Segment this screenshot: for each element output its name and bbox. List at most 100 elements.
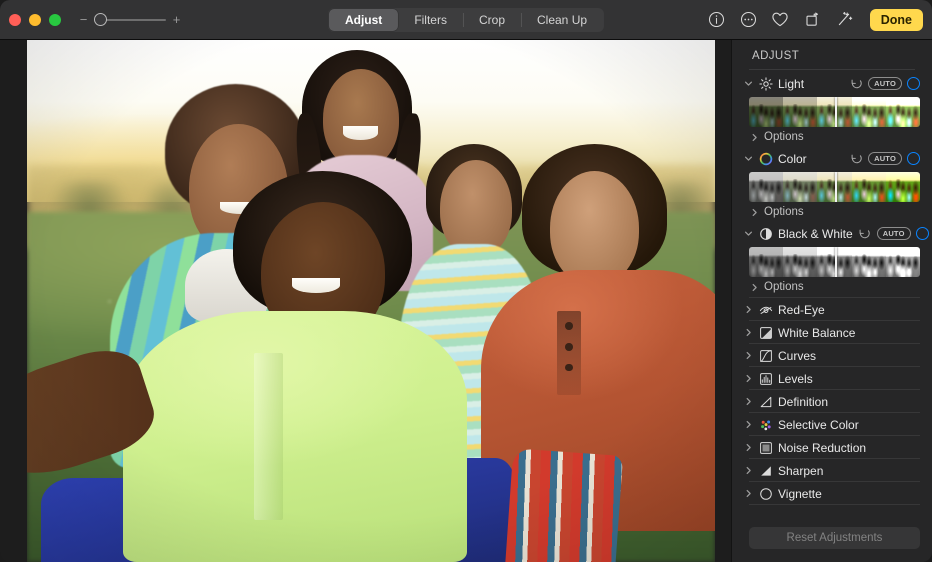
chevron-down-icon[interactable]	[743, 79, 753, 89]
sharpen-icon	[758, 463, 773, 478]
adjustment-curves-row[interactable]: Curves	[732, 344, 932, 367]
chevron-right-icon[interactable]	[743, 305, 753, 315]
adjustment-light-row[interactable]: Light AUTO	[732, 72, 932, 95]
adjustment-color-label: Color	[778, 152, 844, 166]
chevron-right-icon[interactable]	[743, 397, 753, 407]
chevron-right-icon[interactable]	[749, 282, 759, 292]
auto-black-white-button[interactable]: AUTO	[877, 227, 911, 241]
info-icon[interactable]	[707, 10, 726, 29]
zoom-window-button[interactable]	[49, 14, 61, 26]
adjustment-white-balance-row[interactable]: White Balance	[732, 321, 932, 344]
chevron-down-icon[interactable]	[743, 154, 753, 164]
revert-light-icon[interactable]	[849, 77, 863, 91]
revert-black-white-icon[interactable]	[858, 227, 872, 241]
sun-icon	[758, 76, 773, 91]
chevron-right-icon[interactable]	[743, 489, 753, 499]
color-thumb-2[interactable]	[783, 172, 817, 202]
chevron-right-icon[interactable]	[743, 420, 753, 430]
auto-enhance-wand-icon[interactable]	[835, 10, 854, 29]
light-thumb-1[interactable]	[749, 97, 783, 127]
adjustment-selective-color-row[interactable]: Selective Color	[732, 413, 932, 436]
chevron-right-icon[interactable]	[749, 132, 759, 142]
adjustment-levels-row[interactable]: Levels	[732, 367, 932, 390]
auto-light-button[interactable]: AUTO	[868, 77, 902, 91]
tab-adjust[interactable]: Adjust	[329, 9, 398, 31]
close-window-button[interactable]	[9, 14, 21, 26]
bw-thumb-4[interactable]	[852, 247, 886, 277]
chevron-right-icon[interactable]	[743, 374, 753, 384]
adjustment-vignette-label: Vignette	[778, 487, 920, 501]
favorite-heart-icon[interactable]	[771, 10, 790, 29]
zoom-out-label[interactable]: −	[79, 13, 88, 26]
person-right-button-3	[565, 364, 573, 372]
adjustment-vignette-row[interactable]: Vignette	[732, 482, 932, 505]
light-thumb-4[interactable]	[852, 97, 886, 127]
revert-color-icon[interactable]	[849, 152, 863, 166]
adjustment-color-row[interactable]: Color AUTO	[732, 147, 932, 170]
color-slider-playhead[interactable]	[835, 172, 837, 202]
chevron-right-icon[interactable]	[743, 328, 753, 338]
toggle-light-switch[interactable]	[907, 77, 920, 90]
bw-slider-playhead[interactable]	[835, 247, 837, 277]
chevron-right-icon[interactable]	[749, 207, 759, 217]
reset-adjustments-button[interactable]: Reset Adjustments	[749, 527, 920, 549]
light-slider-playhead[interactable]	[835, 97, 837, 127]
zoom-slider-knob[interactable]	[94, 13, 107, 26]
rotate-icon[interactable]	[803, 10, 822, 29]
bw-thumb-1[interactable]	[749, 247, 783, 277]
chevron-right-icon[interactable]	[743, 351, 753, 361]
bw-thumb-2[interactable]	[783, 247, 817, 277]
light-thumbnail-strip[interactable]	[749, 97, 920, 127]
adjustment-noise-reduction-row[interactable]: Noise Reduction	[732, 436, 932, 459]
done-button[interactable]: Done	[870, 9, 923, 31]
person-front-placket	[254, 353, 283, 520]
light-thumb-2[interactable]	[783, 97, 817, 127]
chevron-down-icon[interactable]	[743, 229, 753, 239]
adjustment-black-white-row[interactable]: Black & White AUTO	[732, 222, 932, 245]
zoom-control[interactable]: − +	[79, 13, 181, 27]
color-thumb-1[interactable]	[749, 172, 783, 202]
color-thumb-5[interactable]	[886, 172, 920, 202]
tab-clean-up[interactable]: Clean Up	[521, 9, 603, 31]
more-options-icon[interactable]	[739, 10, 758, 29]
tab-filters[interactable]: Filters	[398, 9, 463, 31]
person-right-center-head	[440, 160, 512, 257]
color-thumbnail-strip[interactable]	[749, 172, 920, 202]
light-options-row[interactable]: Options	[732, 128, 932, 147]
vignette-icon	[758, 486, 773, 501]
adjustment-red-eye-label: Red-Eye	[778, 303, 920, 317]
black-white-thumbnail-strip[interactable]	[749, 247, 920, 277]
color-options-row[interactable]: Options	[732, 203, 932, 222]
striped-shorts	[505, 449, 623, 562]
color-options-label: Options	[764, 206, 804, 218]
person-right-head	[550, 171, 639, 286]
chevron-right-icon[interactable]	[743, 443, 753, 453]
auto-color-button[interactable]: AUTO	[868, 152, 902, 166]
photos-edit-window: − + Adjust Filters Crop Clean Up	[0, 0, 932, 562]
black-white-options-row[interactable]: Options	[732, 278, 932, 297]
toggle-black-white-switch[interactable]	[916, 227, 929, 240]
chevron-right-icon[interactable]	[743, 466, 753, 476]
zoom-in-label[interactable]: +	[172, 13, 181, 26]
color-thumb-4[interactable]	[852, 172, 886, 202]
zoom-slider[interactable]	[94, 13, 166, 27]
curves-icon	[758, 348, 773, 363]
adjustment-white-balance-label: White Balance	[778, 326, 920, 340]
window-toolbar: − + Adjust Filters Crop Clean Up	[0, 0, 932, 40]
minimize-window-button[interactable]	[29, 14, 41, 26]
toggle-color-switch[interactable]	[907, 152, 920, 165]
adjustment-definition-row[interactable]: Definition	[732, 390, 932, 413]
adjustment-red-eye-row[interactable]: Red-Eye	[732, 298, 932, 321]
traffic-lights	[9, 14, 61, 26]
photo-viewport[interactable]	[27, 40, 715, 562]
sidebar-title: ADJUST	[732, 40, 932, 69]
light-thumb-5[interactable]	[886, 97, 920, 127]
tab-crop[interactable]: Crop	[463, 9, 521, 31]
bw-thumb-5[interactable]	[886, 247, 920, 277]
light-options-label: Options	[764, 131, 804, 143]
black-white-options-label: Options	[764, 281, 804, 293]
adjustment-sharpen-row[interactable]: Sharpen	[732, 459, 932, 482]
adjustment-selective-color-label: Selective Color	[778, 418, 920, 432]
photo-canvas[interactable]	[0, 40, 731, 562]
adjustments-list[interactable]: Light AUTO	[732, 70, 932, 517]
